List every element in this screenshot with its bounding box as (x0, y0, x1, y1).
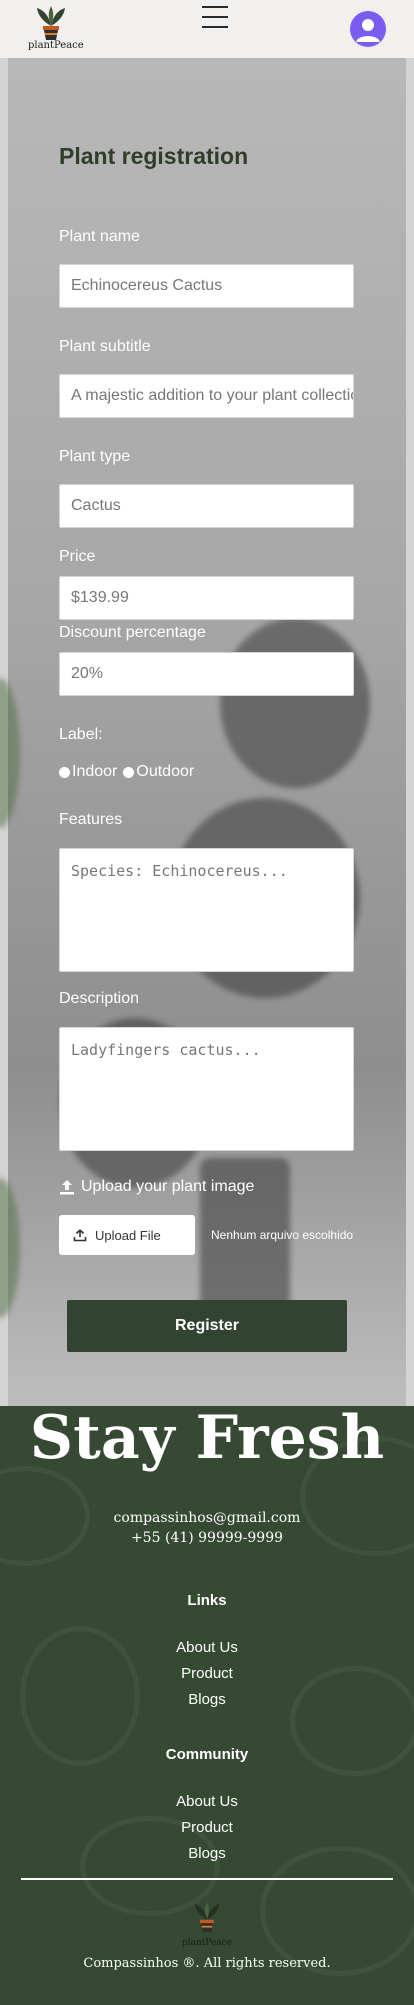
upload-image-label-text: Upload your plant image (81, 1178, 255, 1195)
upload-icon (73, 1228, 87, 1242)
outdoor-radio[interactable] (123, 766, 135, 778)
outdoor-radio-label: Outdoor (136, 763, 195, 780)
description-label: Description (59, 990, 140, 1007)
footer-logo-text: plantPeace (181, 1938, 233, 1948)
upload-icon (59, 1179, 75, 1195)
plant-subtitle-label: Plant subtitle (59, 338, 151, 355)
indoor-radio-label: Indoor (72, 763, 118, 780)
footer-community-about[interactable]: About Us (0, 1793, 414, 1810)
blurred-leaf (220, 618, 370, 788)
plant-name-label: Plant name (59, 228, 140, 245)
footer-community-heading: Community (165, 1746, 249, 1763)
footer-link-about[interactable]: About Us (0, 1639, 414, 1656)
plant-type-input[interactable]: Cactus (59, 484, 354, 528)
footer-email[interactable]: compassinhos@gmail.com (0, 1510, 414, 1526)
logo-text: plantPeace (28, 40, 84, 51)
footer-phone[interactable]: +55 (41) 99999-9999 (0, 1530, 414, 1546)
label-label: Label: (59, 726, 103, 743)
no-file-chosen-text: Nenhum arquivo escolhido (211, 1228, 354, 1242)
hamburger-menu-icon[interactable] (202, 6, 228, 28)
upload-image-label: Upload your plant image (59, 1178, 254, 1196)
blurred-plant-edge (0, 1178, 20, 1318)
footer-community-blogs[interactable]: Blogs (0, 1845, 414, 1862)
features-textarea[interactable]: Species: Echinocereus... (59, 848, 354, 972)
user-avatar-icon[interactable] (350, 11, 386, 47)
footer-links-heading: Links (187, 1592, 227, 1609)
indoor-radio[interactable] (59, 766, 70, 778)
footer-divider (21, 1878, 393, 1880)
discount-input[interactable]: 20% (59, 652, 354, 696)
right-gutter (406, 58, 414, 1406)
upload-file-button-label: Upload File (95, 1227, 161, 1243)
page-title: Plant registration (59, 143, 249, 169)
price-label: Price (59, 548, 96, 565)
label-radio-group: Indoor Outdoor (59, 763, 194, 781)
footer-community-product[interactable]: Product (0, 1819, 414, 1836)
register-button[interactable]: Register (67, 1300, 347, 1352)
footer-headline: Stay Fresh (29, 1403, 385, 1473)
plant-subtitle-input[interactable]: A majestic addition to your plant collec… (59, 374, 354, 418)
plant-type-label: Plant type (59, 448, 131, 465)
upload-file-button[interactable]: Upload File (59, 1215, 195, 1255)
features-label: Features (59, 811, 123, 828)
plant-logo-icon (187, 1900, 227, 1942)
footer-link-blogs[interactable]: Blogs (0, 1691, 414, 1708)
footer-link-product[interactable]: Product (0, 1665, 414, 1682)
discount-label: Discount percentage (59, 624, 206, 641)
top-navbar: plantPeace (0, 0, 414, 58)
plant-name-input[interactable]: Echinocereus Cactus (59, 264, 354, 308)
copyright-text: Compassinhos ®. All rights reserved. (83, 1956, 331, 1971)
blurred-plant-edge (0, 678, 20, 828)
price-input[interactable]: $139.99 (59, 576, 354, 620)
description-textarea[interactable]: Ladyfingers cactus... (59, 1027, 354, 1151)
